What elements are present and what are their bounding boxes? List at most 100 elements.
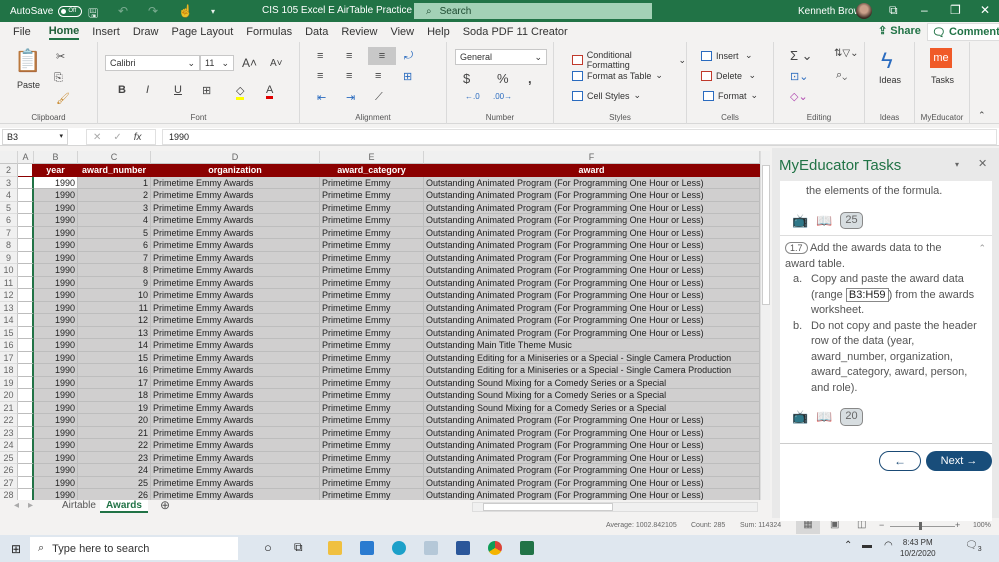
cell-award-category[interactable]: Primetime Emmy: [320, 401, 424, 414]
row-header[interactable]: 13: [0, 301, 18, 314]
cell[interactable]: [18, 389, 34, 402]
format-cells-button[interactable]: Format ⌄: [703, 90, 758, 101]
video-icon[interactable]: 📺: [792, 409, 808, 425]
tab-file[interactable]: File: [13, 26, 31, 38]
number-format-select[interactable]: General ⌄: [455, 49, 547, 65]
cell-award-number[interactable]: 21: [78, 426, 151, 439]
tab-soda-pdf[interactable]: Soda PDF 11 Creator: [463, 26, 568, 38]
clear-icon[interactable]: ◇⌄: [790, 90, 808, 103]
cell-award[interactable]: Outstanding Animated Program (For Progra…: [424, 226, 760, 239]
cell-organization[interactable]: Primetime Emmy Awards: [151, 276, 320, 289]
cell-year[interactable]: 1990: [34, 226, 78, 239]
cell-award-number[interactable]: 25: [78, 476, 151, 489]
cell-award-number[interactable]: 22: [78, 439, 151, 452]
next-sheet-icon[interactable]: ▸: [28, 500, 33, 511]
copy-icon[interactable]: ⎘: [54, 72, 63, 85]
cell-award-number[interactable]: 16: [78, 364, 151, 377]
cell-award-number[interactable]: 10: [78, 289, 151, 302]
cell-award[interactable]: Outstanding Animated Program (For Progra…: [424, 476, 760, 489]
format-painter-icon[interactable]: 🖌: [56, 92, 70, 105]
cell[interactable]: [18, 414, 34, 427]
tab-review[interactable]: Review: [341, 26, 377, 38]
horizontal-scroll-thumb[interactable]: [483, 503, 613, 511]
column-header-c[interactable]: C: [78, 151, 151, 164]
zoom-level[interactable]: 100%: [973, 522, 991, 529]
cell-year[interactable]: 1990: [34, 451, 78, 464]
cell-award[interactable]: Outstanding Animated Program (For Progra…: [424, 489, 760, 500]
cell[interactable]: [18, 364, 34, 377]
increase-indent-icon[interactable]: ⇥: [346, 91, 355, 104]
row-header[interactable]: 9: [0, 251, 18, 264]
cell-organization[interactable]: Primetime Emmy Awards: [151, 301, 320, 314]
tab-help[interactable]: Help: [427, 26, 450, 38]
cell-award-category[interactable]: Primetime Emmy: [320, 364, 424, 377]
cell-year[interactable]: 1990: [34, 301, 78, 314]
cell-award[interactable]: Outstanding Sound Mixing for a Comedy Se…: [424, 376, 760, 389]
zoom-slider[interactable]: [890, 526, 955, 527]
cell[interactable]: [18, 176, 34, 189]
prev-sheet-icon[interactable]: ◂: [14, 500, 19, 511]
cell-award[interactable]: Outstanding Animated Program (For Progra…: [424, 176, 760, 189]
cell-award-category[interactable]: Primetime Emmy: [320, 239, 424, 252]
find-select-icon[interactable]: ⌕⌄: [836, 69, 847, 82]
row-header[interactable]: 5: [0, 201, 18, 214]
font-name-select[interactable]: Calibri ⌄: [105, 55, 200, 71]
row-header[interactable]: 23: [0, 426, 18, 439]
decrease-decimal-icon[interactable]: .00→: [493, 92, 512, 101]
conditional-formatting-button[interactable]: Conditional Formatting ⌄: [572, 50, 686, 70]
zoom-slider-thumb[interactable]: [919, 522, 922, 530]
cell-award-category[interactable]: Primetime Emmy: [320, 226, 424, 239]
tab-page-layout[interactable]: Page Layout: [171, 26, 233, 38]
cell-award[interactable]: Outstanding Animated Program (For Progra…: [424, 326, 760, 339]
cell-year[interactable]: 1990: [34, 289, 78, 302]
cell-year[interactable]: 1990: [34, 464, 78, 477]
row-header[interactable]: 18: [0, 364, 18, 377]
cell-year[interactable]: 1990: [34, 239, 78, 252]
book-icon[interactable]: 📖: [816, 409, 832, 425]
cell-award[interactable]: Outstanding Animated Program (For Progra…: [424, 189, 760, 202]
formula-input[interactable]: 1990: [162, 129, 997, 145]
cell-organization[interactable]: Primetime Emmy Awards: [151, 214, 320, 227]
row-header[interactable]: 19: [0, 376, 18, 389]
cell-award-number[interactable]: 3: [78, 201, 151, 214]
cell-year[interactable]: 1990: [34, 251, 78, 264]
tab-draw[interactable]: Draw: [133, 26, 159, 38]
cell-styles-button[interactable]: Cell Styles ⌄: [572, 90, 641, 101]
align-top-icon[interactable]: ≡: [317, 50, 323, 62]
borders-icon[interactable]: ⊞: [202, 84, 211, 97]
orientation-icon[interactable]: ⟋: [375, 91, 383, 104]
cell[interactable]: [18, 339, 34, 352]
cell-award[interactable]: Outstanding Animated Program (For Progra…: [424, 289, 760, 302]
cell-organization[interactable]: Primetime Emmy Awards: [151, 326, 320, 339]
cell-year[interactable]: 1990: [34, 364, 78, 377]
start-icon[interactable]: ⊞: [11, 542, 21, 556]
cell-award-number[interactable]: 7: [78, 251, 151, 264]
cell-award-number[interactable]: 6: [78, 239, 151, 252]
sheet-tab-airtable[interactable]: Airtable: [62, 500, 96, 511]
cell-award-category[interactable]: Primetime Emmy: [320, 214, 424, 227]
cell-organization[interactable]: Primetime Emmy Awards: [151, 439, 320, 452]
row-header[interactable]: 21: [0, 401, 18, 414]
notification-icon[interactable]: 🗨3: [965, 540, 982, 553]
clock[interactable]: 8:43 PM 10/2/2020: [900, 537, 936, 559]
autosave-toggle[interactable]: AutoSave Off: [10, 5, 83, 17]
cell-year[interactable]: 1990: [34, 314, 78, 327]
column-header-e[interactable]: E: [320, 151, 424, 164]
cell-award-category[interactable]: Primetime Emmy: [320, 351, 424, 364]
cell[interactable]: [18, 451, 34, 464]
cell-organization[interactable]: Primetime Emmy Awards: [151, 376, 320, 389]
cell-year[interactable]: 1990: [34, 426, 78, 439]
cell-award[interactable]: Outstanding Editing for a Miniseries or …: [424, 364, 760, 377]
cell-year[interactable]: 1990: [34, 389, 78, 402]
tasks-button[interactable]: Tasks: [931, 75, 954, 85]
cell-award-category[interactable]: Primetime Emmy: [320, 264, 424, 277]
close-icon[interactable]: ✕: [980, 3, 990, 17]
cell-award[interactable]: Outstanding Main Title Theme Music: [424, 339, 760, 352]
horizontal-scrollbar[interactable]: [472, 502, 758, 512]
cell-award[interactable]: Outstanding Animated Program (For Progra…: [424, 439, 760, 452]
cell-award-category[interactable]: Primetime Emmy: [320, 189, 424, 202]
cell-organization[interactable]: Primetime Emmy Awards: [151, 464, 320, 477]
ribbon-display-icon[interactable]: ⧉: [889, 3, 898, 18]
cell-award[interactable]: Outstanding Sound Mixing for a Comedy Se…: [424, 389, 760, 402]
cell-award-category[interactable]: Primetime Emmy: [320, 289, 424, 302]
